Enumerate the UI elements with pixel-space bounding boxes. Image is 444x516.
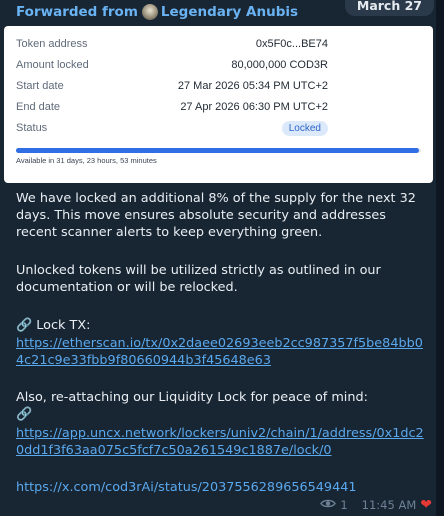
card-row-token-address: Token address 0x5F0c...BE74 [16, 35, 328, 53]
liquidity-lock-link[interactable]: https://app.uncx.network/lockers/univ2/c… [16, 426, 424, 458]
message-meta: 1 11:45 AM ❤ [320, 497, 432, 513]
card-row-label: End date [16, 101, 61, 113]
lock-tx-line: 🔗 Lock TX: [16, 317, 428, 334]
link-icon: 🔗 [16, 407, 33, 422]
available-countdown: Available in 31 days, 23 hours, 53 minut… [16, 156, 157, 165]
status-badge: Locked [281, 120, 328, 136]
forwarded-prefix: Forwarded from [16, 4, 138, 20]
card-row-value: 80,000,000 COD3R [231, 59, 328, 71]
card-row-label: Amount locked [16, 59, 89, 71]
card-row-label: Token address [16, 38, 88, 50]
card-row-label: Start date [16, 80, 64, 92]
liquidity-icon-line: 🔗 [16, 406, 428, 423]
x-status-link[interactable]: https://x.com/cod3rAi/status/20375562896… [16, 480, 357, 495]
lock-info-card[interactable]: Token address 0x5F0c...BE74 Amount locke… [4, 26, 433, 183]
card-row-amount-locked: Amount locked 80,000,000 COD3R [16, 56, 328, 74]
eye-icon [320, 498, 337, 512]
x-link-line: https://x.com/cod3rAi/status/20375562896… [16, 479, 428, 496]
card-row-value: 27 Apr 2026 06:30 PM UTC+2 [180, 101, 328, 113]
avatar[interactable] [141, 4, 158, 20]
message-bubble: March 27 Forwarded from Legendary Anubis… [0, 0, 436, 516]
views-count: 1 [340, 498, 348, 512]
heart-icon[interactable]: ❤ [420, 497, 432, 513]
link-icon: 🔗 [16, 318, 33, 333]
card-row-label: Status [16, 122, 48, 134]
card-row-value: 27 Mar 2026 05:34 PM UTC+2 [177, 80, 328, 92]
card-row-status: Status Locked [16, 119, 328, 137]
message-paragraph: We have locked an additional 8% of the s… [16, 191, 416, 240]
forwarded-header[interactable]: Forwarded from Legendary Anubis [16, 2, 298, 22]
lock-tx-label: Lock TX: [36, 318, 91, 333]
liquidity-link-line: https://app.uncx.network/lockers/univ2/c… [16, 425, 428, 459]
card-row-start-date: Start date 27 Mar 2026 05:34 PM UTC+2 [16, 77, 328, 95]
card-row-value: 0x5F0c...BE74 [255, 38, 328, 50]
card-row-end-date: End date 27 Apr 2026 06:30 PM UTC+2 [16, 98, 328, 116]
liquidity-text: Also, re-attaching our Liquidity Lock fo… [16, 390, 368, 405]
lock-tx-link-line: https://etherscan.io/tx/0x2daee02693eeb2… [16, 335, 428, 369]
lock-tx-link[interactable]: https://etherscan.io/tx/0x2daee02693eeb2… [16, 336, 423, 368]
message-paragraph: Unlocked tokens will be utilized strictl… [16, 263, 381, 295]
lock-progress-bar [16, 148, 421, 153]
forwarded-channel-name[interactable]: Legendary Anubis [161, 4, 298, 20]
lock-progress-fill [16, 148, 419, 153]
date-pill[interactable]: March 27 [344, 0, 434, 16]
message-time: 11:45 AM [361, 498, 417, 512]
